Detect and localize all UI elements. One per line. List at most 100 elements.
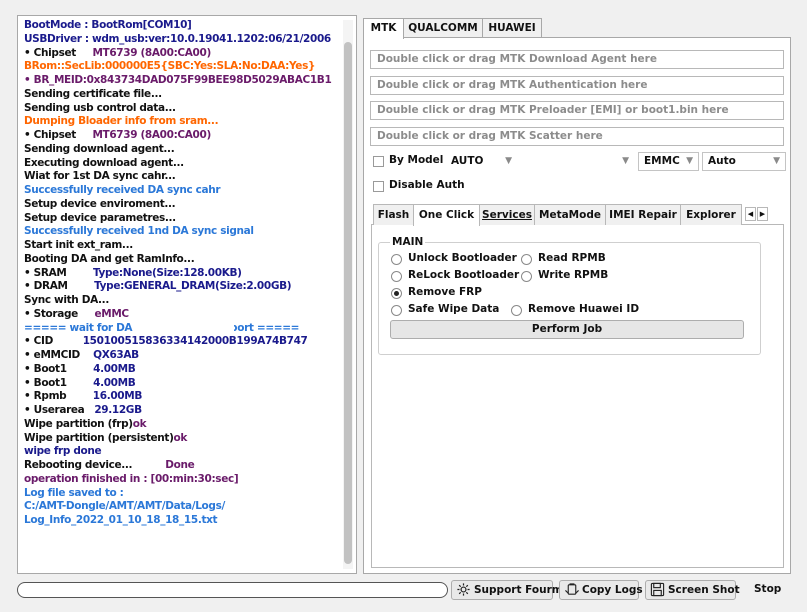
screen-shot-label: Screen Shot (668, 584, 740, 596)
tab-explorer[interactable]: Explorer (680, 204, 742, 225)
copy-icon (564, 582, 580, 603)
log-text: 4.00MB (93, 376, 136, 389)
log-line: wipe frp done (24, 445, 342, 459)
tab-mtk[interactable]: MTK (363, 18, 404, 39)
log-line: • BR_MEID:0x843734DAD075F99BEE98D5029ABA… (24, 74, 342, 88)
authentication-field[interactable]: Double click or drag MTK Authentication … (370, 76, 784, 95)
storage-select[interactable]: EMMC ▼ (638, 152, 699, 171)
stop-button[interactable]: Stop (754, 583, 781, 595)
log-scrollbar-thumb[interactable] (344, 42, 352, 564)
remove-frp-label: Remove FRP (408, 286, 482, 298)
log-line: Sending usb control data... (24, 102, 342, 116)
download-agent-field[interactable]: Double click or drag MTK Download Agent … (370, 50, 784, 69)
chevron-down-icon: ▼ (505, 156, 512, 166)
tab-metamode[interactable]: MetaMode (534, 204, 606, 225)
chevron-down-icon: ▼ (686, 156, 693, 166)
log-text: Type:GENERAL_DRAM(Size:2.00GB) (94, 280, 292, 293)
model-select[interactable]: AUTO ▼ (445, 152, 518, 171)
log-line: Sending download agent... (24, 143, 342, 157)
log-text: BootRom[COM10] (91, 19, 192, 31)
log-text: wipe frp done (24, 445, 102, 458)
save-icon (650, 582, 665, 603)
tab-imei-repair[interactable]: IMEI Repair (605, 204, 681, 225)
tab-one-click[interactable]: One Click (413, 204, 480, 226)
log-line: BRom::SecLib:000000E5{SBC:Yes:SLA:No:DAA… (24, 60, 342, 74)
log-text: MT6739 (8A00:CA00) (92, 46, 211, 59)
log-text: C:/AMT-Dongle/AMT/AMT/Data/Logs/ (24, 500, 225, 513)
safe-wipe-data-radio[interactable] (391, 305, 402, 316)
log-line: Sync with DA... (24, 294, 342, 308)
remove-frp-radio[interactable] (391, 288, 402, 299)
tab-label: IMEI Repair (609, 209, 677, 221)
tab-services[interactable]: Services (479, 204, 535, 225)
support-forum-button[interactable]: Support Fourm (451, 580, 563, 603)
submodel-select[interactable]: ▼ (522, 152, 635, 171)
preloader-field[interactable]: Double click or drag MTK Preloader [EMI]… (370, 101, 784, 120)
log-text: MT6739 (8A00:CA00) (92, 129, 211, 141)
gear-icon (456, 582, 471, 603)
tab-label: One Click (418, 209, 475, 221)
log-text: • Chipset (24, 129, 93, 141)
log-line: • CID 150100515836334142000B199A74B747 (24, 335, 342, 349)
log-text: USBDriver : wdm_usb:ver:10.0.19041.1202:… (24, 32, 331, 45)
log-text: • Chipset (24, 46, 93, 59)
tab-flash[interactable]: Flash (373, 204, 414, 225)
log-text: Successfully received 1nd DA sync signal (24, 225, 254, 238)
log-text: Start init ext_ram... (24, 239, 133, 251)
log-text: • Storage (24, 307, 95, 320)
log-text: • Userarea (24, 404, 95, 416)
log-text: BRom::SecLib:000000E5{SBC:Yes:SLA:No:DAA… (24, 60, 316, 73)
log-line: Start init ext_ram... (24, 239, 342, 253)
log-line: • Rpmb 16.00MB (24, 390, 342, 404)
tab-label: HUAWEI (488, 22, 536, 34)
mode-select-value: Auto (708, 155, 736, 167)
read-rpmb-label: Read RPMB (538, 252, 606, 264)
progress-bar (17, 582, 448, 598)
support-forum-label: Support Fourm (474, 584, 563, 596)
chevron-left-icon[interactable]: ◀ (745, 207, 756, 221)
log-line: • Boot1 4.00MB (24, 377, 342, 391)
log-panel[interactable]: BootMode : BootRom[COM10] USBDriver : wdm… (17, 15, 357, 574)
log-text: • SRAM (24, 266, 93, 279)
unlock-bootloader-label: Unlock Bootloader (408, 252, 517, 264)
log-lines: BootMode : BootRom[COM10] USBDriver : wdm… (24, 19, 342, 528)
log-text: • DRAM (24, 280, 95, 293)
log-text: • BR_MEID:0x843734DAD075F99BEE98D5029ABA… (24, 74, 332, 86)
log-line: Log file saved to : (24, 487, 342, 501)
log-text: Dumping Bloader info from sram... (24, 115, 219, 128)
log-line: USBDriver : wdm_usb:ver:10.0.19041.1202:… (24, 33, 342, 47)
mode-select[interactable]: Auto ▼ (702, 152, 786, 171)
unlock-bootloader-radio[interactable] (391, 254, 402, 265)
log-line: Executing download agent... (24, 157, 342, 171)
scatter-field[interactable]: Double click or drag MTK Scatter here (370, 127, 784, 146)
tab-huawei[interactable]: HUAWEI (482, 18, 542, 38)
log-scrollbar[interactable] (343, 20, 353, 569)
log-text: • Boot1 (24, 362, 94, 375)
write-rpmb-radio[interactable] (521, 271, 532, 282)
log-text: Booting DA and get RamInfo... (24, 252, 195, 265)
log-line: Setup device parametres... (24, 212, 342, 226)
log-text: Successfully received DA sync cahr (24, 184, 221, 196)
tab-qualcomm[interactable]: QUALCOMM (403, 18, 483, 38)
by-model-label: By Model (389, 154, 444, 166)
log-line: • Userarea 29.12GB (24, 404, 342, 418)
log-line: Wiat for 1st DA sync cahr... (24, 170, 342, 184)
log-redaction (136, 318, 234, 333)
log-line: • Chipset MT6739 (8A00:CA00) (24, 47, 342, 61)
read-rpmb-radio[interactable] (521, 254, 532, 265)
copy-logs-button[interactable]: Copy Logs (559, 580, 643, 603)
log-line: Wipe partition (frp)ok (24, 418, 342, 432)
log-text: Wiat for 1st DA sync cahr... (24, 170, 176, 183)
relock-bootloader-radio[interactable] (391, 271, 402, 282)
perform-job-button[interactable]: Perform Job (390, 320, 744, 339)
disable-auth-checkbox[interactable] (373, 181, 384, 192)
tab-label: MetaMode (539, 209, 601, 221)
log-text: Sending download agent... (24, 142, 175, 155)
tab-label: Services (482, 209, 532, 221)
log-text: operation finished in : [00:min:30:sec] (24, 472, 239, 485)
screen-shot-button[interactable]: Screen Shot (645, 580, 740, 603)
chevron-right-icon[interactable]: ▶ (757, 207, 768, 221)
by-model-checkbox[interactable] (373, 156, 384, 167)
log-line: C:/AMT-Dongle/AMT/AMT/Data/Logs/ (24, 500, 342, 514)
remove-huawei-id-radio[interactable] (511, 305, 522, 316)
